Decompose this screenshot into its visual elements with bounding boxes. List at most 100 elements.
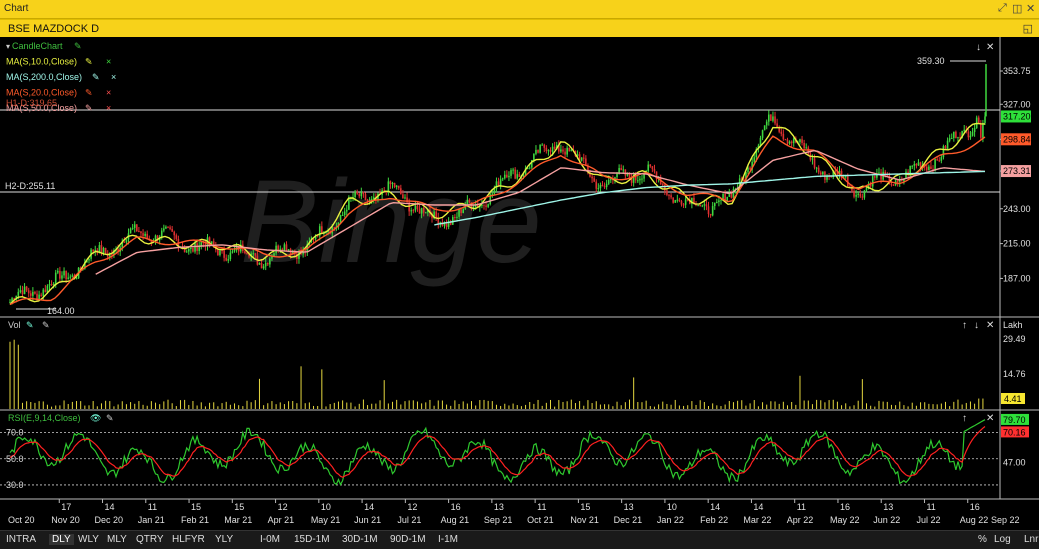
volume-badge-text: 4.41 bbox=[1004, 394, 1022, 404]
rsi-visibility-icon[interactable]: 👁 bbox=[90, 413, 101, 423]
candle-body bbox=[435, 211, 437, 218]
volume-axis: 29.49 14.76 bbox=[1003, 334, 1026, 379]
legend-item[interactable]: CandleChart bbox=[12, 41, 63, 51]
period-wly[interactable]: WLY bbox=[78, 534, 99, 545]
candle-body bbox=[389, 181, 392, 185]
candle-body bbox=[283, 244, 286, 251]
period-intra[interactable]: INTRA bbox=[6, 534, 36, 545]
range-i-1m[interactable]: I-1M bbox=[438, 534, 458, 545]
candle-body bbox=[925, 166, 928, 171]
watermark: Binge bbox=[240, 156, 542, 288]
candle-body bbox=[269, 258, 271, 265]
legend-item[interactable]: MA(S,10.0,Close) bbox=[6, 57, 77, 67]
period-dly[interactable]: DLY bbox=[49, 534, 74, 545]
rsi-lines bbox=[9, 419, 986, 487]
candle-body bbox=[799, 139, 801, 143]
candle-body bbox=[264, 262, 267, 267]
candle-body bbox=[341, 214, 344, 216]
range-30d-1m[interactable]: 30D-1M bbox=[342, 534, 378, 545]
range-90d-1m[interactable]: 90D-1M bbox=[390, 534, 426, 545]
candle-body bbox=[48, 284, 51, 286]
legend-remove-icon[interactable]: × bbox=[106, 103, 111, 113]
rsi-tick-label: 50.0 bbox=[6, 454, 24, 464]
x-axis-labels: Oct 20 17 Nov 20 14 Dec 20 11 Jan 21 15 Feb 21 15… bbox=[8, 499, 1020, 525]
legend-collapse-icon[interactable]: ▾ bbox=[6, 42, 10, 51]
rsi-label: RSI(E,9,14,Close) bbox=[8, 413, 81, 423]
legend-edit-icon[interactable]: ✎ bbox=[85, 57, 93, 67]
x-tick-month: Sep 22 bbox=[991, 515, 1020, 525]
candle-body bbox=[391, 182, 394, 185]
candle-body bbox=[595, 181, 598, 189]
candle-body bbox=[661, 184, 664, 186]
candle-body bbox=[339, 215, 342, 223]
candle-body bbox=[980, 123, 982, 138]
legend-edit-icon[interactable]: ✎ bbox=[85, 88, 93, 98]
pane-down-icon[interactable]: ↓ bbox=[974, 320, 979, 331]
range-15d-1m[interactable]: 15D-1M bbox=[294, 534, 330, 545]
x-tick-day: 17 bbox=[61, 502, 71, 512]
candle-body bbox=[102, 247, 105, 254]
legend-remove-icon[interactable]: × bbox=[111, 72, 116, 82]
candle-body bbox=[709, 213, 712, 216]
chart-area[interactable]: Binge H2-D:255.11 359.30 164.00 CandleCh… bbox=[0, 37, 1039, 530]
scroll-down-icon[interactable]: ↓ bbox=[976, 42, 981, 53]
candle-body bbox=[859, 193, 862, 197]
candle-body bbox=[92, 249, 94, 252]
candle-body bbox=[29, 293, 32, 296]
candle-body bbox=[718, 200, 720, 203]
maximize-pane-icon[interactable]: ✕ bbox=[986, 42, 994, 53]
candle-body bbox=[580, 157, 583, 161]
pin-icon[interactable]: ◫ bbox=[1012, 2, 1022, 15]
candle-body bbox=[360, 192, 363, 197]
candle-body bbox=[244, 251, 246, 253]
legend-remove-icon[interactable]: × bbox=[106, 57, 111, 67]
candle-body bbox=[928, 166, 930, 171]
legend-remove-icon[interactable]: × bbox=[106, 88, 111, 98]
scale-percent[interactable]: % bbox=[978, 534, 987, 545]
x-tick-month: Jun 22 bbox=[873, 515, 900, 525]
candle-body bbox=[730, 193, 733, 198]
candle-body bbox=[514, 169, 516, 179]
candle-body bbox=[42, 289, 45, 296]
period-yly[interactable]: YLY bbox=[215, 534, 233, 545]
candle-body bbox=[57, 270, 59, 273]
candle-body bbox=[930, 166, 932, 170]
candle-body bbox=[790, 141, 793, 144]
period-qtry[interactable]: QTRY bbox=[136, 534, 164, 545]
candle-body bbox=[711, 206, 714, 216]
candle-body bbox=[547, 150, 550, 152]
period-mly[interactable]: MLY bbox=[107, 534, 127, 545]
period-hlfyr[interactable]: HLFYR bbox=[172, 534, 205, 545]
resize-icon[interactable]: ⤢ bbox=[998, 2, 1007, 15]
x-tick-month: Mar 22 bbox=[743, 515, 771, 525]
candle-body bbox=[65, 270, 67, 280]
legend-item[interactable]: MA(S,20.0,Close) bbox=[6, 88, 77, 98]
candle-body bbox=[493, 188, 496, 194]
legend-edit-icon[interactable]: ✎ bbox=[74, 41, 82, 51]
x-tick-day: 10 bbox=[667, 502, 677, 512]
restore-icon[interactable]: ◱ bbox=[1023, 22, 1033, 35]
volume-settings-icon[interactable]: ✎ bbox=[42, 320, 50, 330]
legend-edit-icon[interactable]: ✎ bbox=[85, 103, 93, 113]
scale-lnr[interactable]: Lnr bbox=[1024, 534, 1038, 545]
candle-body bbox=[942, 146, 945, 158]
candle-body bbox=[136, 224, 138, 231]
rsi-up-icon[interactable]: ↑ bbox=[962, 413, 967, 424]
rsi-badge-text: 70.16 bbox=[1003, 427, 1026, 437]
pane-up-icon[interactable]: ↑ bbox=[962, 320, 967, 331]
volume-edit-icon[interactable]: ✎ bbox=[26, 320, 34, 330]
x-tick-day: 11 bbox=[797, 502, 806, 512]
scale-log[interactable]: Log bbox=[994, 534, 1011, 545]
range-i-0m[interactable]: I-0M bbox=[260, 534, 280, 545]
candle-body bbox=[508, 175, 510, 178]
x-tick-month: Jul 22 bbox=[916, 515, 940, 525]
rsi-edit-icon[interactable]: ✎ bbox=[106, 413, 114, 423]
pane-maximize-icon[interactable]: ✕ bbox=[986, 320, 994, 331]
legend-item[interactable]: MA(S,200.0,Close) bbox=[6, 72, 82, 82]
candle-body bbox=[792, 138, 795, 144]
rsi-maximize-icon[interactable]: ✕ bbox=[986, 413, 994, 424]
candle-body bbox=[857, 193, 859, 195]
legend-edit-icon[interactable]: ✎ bbox=[92, 72, 100, 82]
close-icon[interactable]: ✕ bbox=[1026, 2, 1035, 15]
candle-body bbox=[593, 178, 595, 182]
